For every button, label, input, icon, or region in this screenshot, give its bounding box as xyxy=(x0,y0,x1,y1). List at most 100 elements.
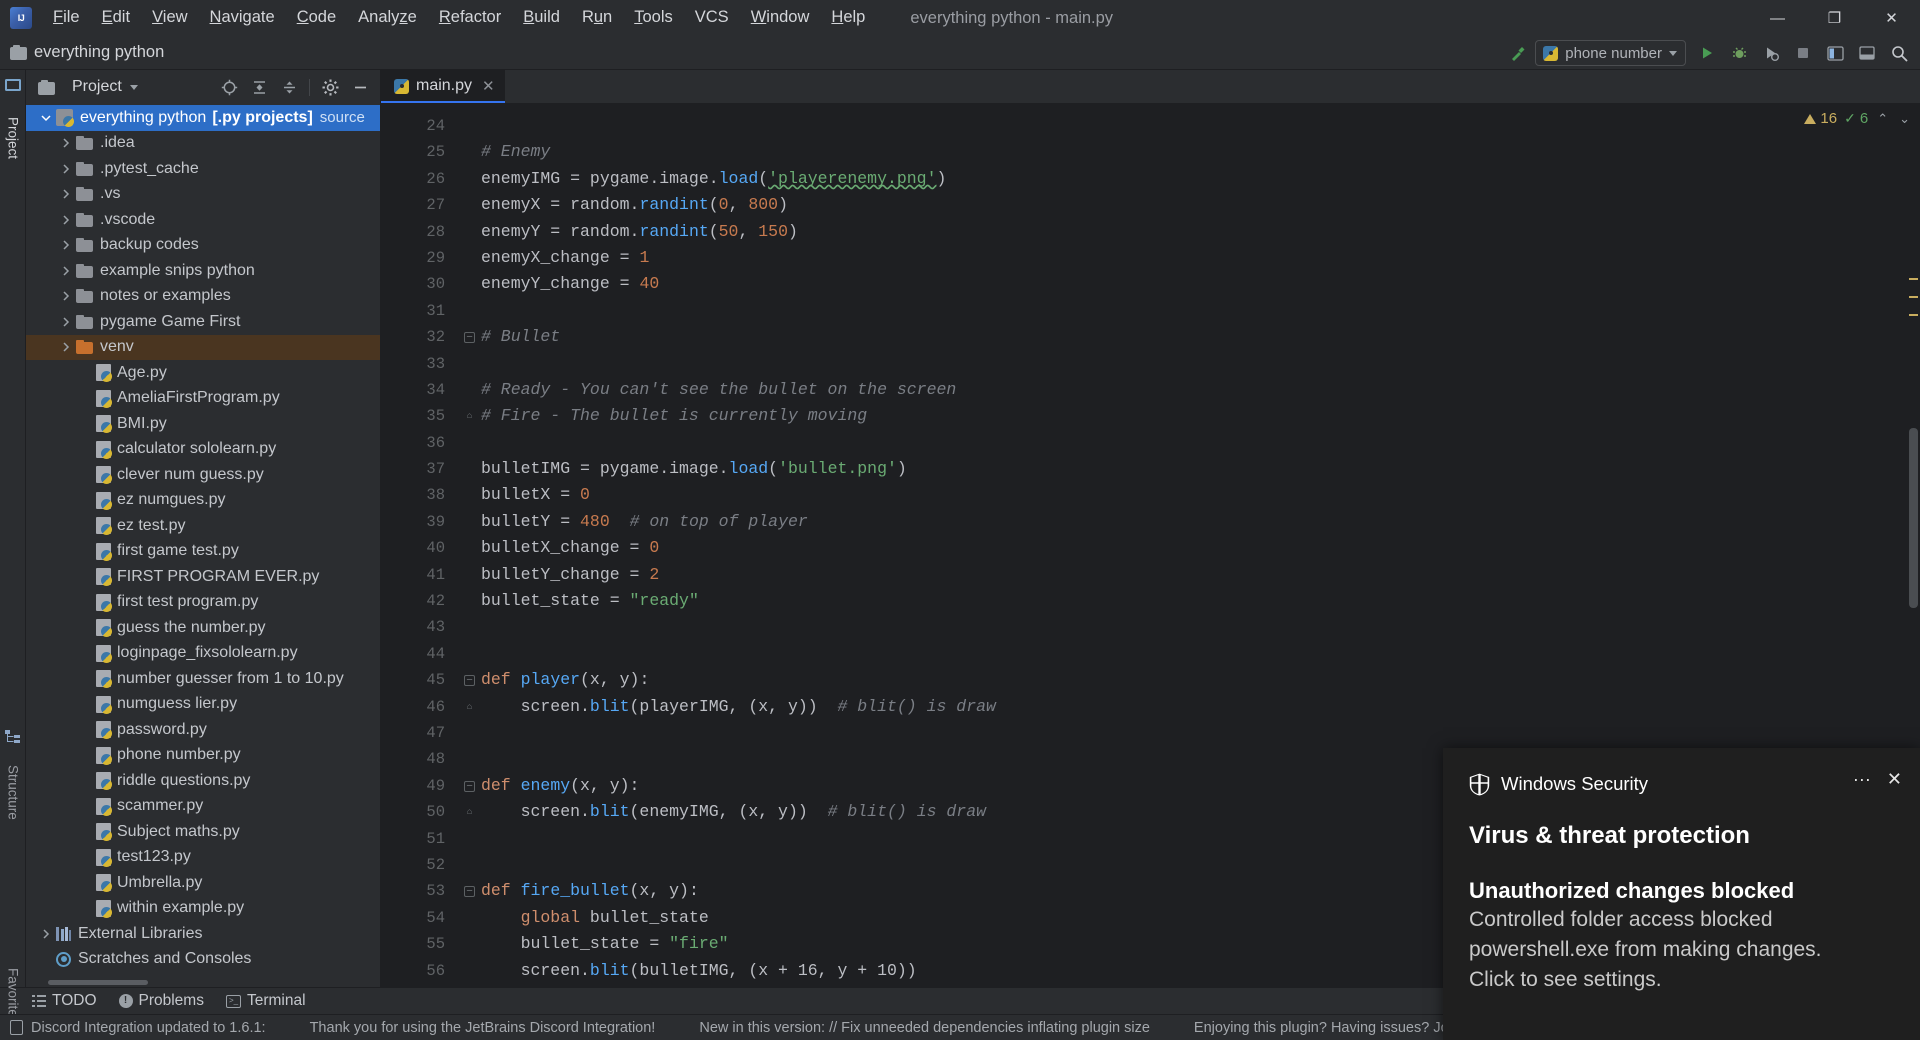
structure-rail-icon[interactable] xyxy=(5,730,21,746)
chevron-right-icon[interactable] xyxy=(36,929,56,939)
menu-tools[interactable]: Tools xyxy=(623,3,684,32)
collapse-all-icon[interactable] xyxy=(275,74,303,100)
windows-security-notification[interactable]: Windows Security ··· ✕ Virus & threat pr… xyxy=(1443,748,1920,1040)
tree-item[interactable]: within example.py xyxy=(26,896,380,922)
warning-count[interactable]: 16 xyxy=(1804,110,1837,127)
run-button[interactable] xyxy=(1692,39,1722,67)
chevron-down-icon[interactable] xyxy=(36,113,56,123)
menu-vcs[interactable]: VCS xyxy=(684,3,740,32)
project-dropdown-chevron-icon[interactable] xyxy=(129,84,138,90)
line-number: 51 xyxy=(426,829,445,848)
minimize-button[interactable]: — xyxy=(1749,0,1806,36)
chevron-right-icon[interactable] xyxy=(56,266,76,276)
project-tree[interactable]: everything python [.py projects] source … xyxy=(26,104,380,987)
chevron-right-icon[interactable] xyxy=(56,189,76,199)
tool-button-terminal[interactable]: >_ Terminal xyxy=(225,992,306,1010)
layout-icon[interactable] xyxy=(1820,39,1850,67)
run-coverage-button[interactable] xyxy=(1756,39,1786,67)
tree-item[interactable]: pygame Game First xyxy=(26,309,380,335)
code-token: enemyY = random. xyxy=(481,221,640,241)
tree-item[interactable]: backup codes xyxy=(26,233,380,259)
expand-all-icon[interactable] xyxy=(245,74,273,100)
weak-warning-count[interactable]: ✓ 6 xyxy=(1844,110,1868,127)
chevron-right-icon[interactable] xyxy=(56,215,76,225)
menu-file[interactable]: File xyxy=(42,3,91,32)
close-icon[interactable]: ✕ xyxy=(1887,770,1902,788)
menu-refactor[interactable]: Refactor xyxy=(428,3,512,32)
tree-item[interactable]: .idea xyxy=(26,131,380,157)
tree-item[interactable]: guess the number.py xyxy=(26,615,380,641)
chevron-right-icon[interactable] xyxy=(56,342,76,352)
tree-item[interactable]: example snips python xyxy=(26,258,380,284)
close-icon[interactable]: ✕ xyxy=(482,77,495,95)
chevron-right-icon[interactable] xyxy=(56,164,76,174)
tree-item[interactable]: scammer.py xyxy=(26,794,380,820)
chevron-right-icon[interactable] xyxy=(56,317,76,327)
tool-button-todo[interactable]: TODO xyxy=(32,992,97,1010)
tool-button-problems[interactable]: ! Problems xyxy=(118,992,204,1010)
menu-code[interactable]: Code xyxy=(286,3,347,32)
chevron-right-icon[interactable] xyxy=(56,240,76,250)
inspection-widget[interactable]: 16 ✓ 6 ⌃ ⌄ xyxy=(1804,110,1912,127)
tree-item[interactable]: loginpage_fixsololearn.py xyxy=(26,641,380,667)
tree-item[interactable]: number guesser from 1 to 10.py xyxy=(26,666,380,692)
chevron-right-icon[interactable] xyxy=(56,138,76,148)
settings-icon[interactable] xyxy=(1852,39,1882,67)
project-rail-icon[interactable] xyxy=(5,78,21,94)
run-configuration-selector[interactable]: phone number xyxy=(1535,40,1686,66)
tree-item[interactable]: FIRST PROGRAM EVER.py xyxy=(26,564,380,590)
previous-problem-button[interactable]: ⌃ xyxy=(1875,111,1890,127)
tree-item[interactable]: AmeliaFirstProgram.py xyxy=(26,386,380,412)
tree-item[interactable]: BMI.py xyxy=(26,411,380,437)
tree-item[interactable]: first test program.py xyxy=(26,590,380,616)
tree-item[interactable]: ez numgues.py xyxy=(26,488,380,514)
tree-item[interactable]: .pytest_cache xyxy=(26,156,380,182)
tree-item[interactable]: ez test.py xyxy=(26,513,380,539)
tree-item[interactable]: riddle questions.py xyxy=(26,768,380,794)
tree-item[interactable]: Scratches and Consoles xyxy=(26,947,380,973)
hide-panel-icon[interactable] xyxy=(346,74,374,100)
chevron-right-icon[interactable] xyxy=(56,291,76,301)
hammer-icon[interactable] xyxy=(1503,39,1533,67)
menu-build[interactable]: Build xyxy=(512,3,571,32)
tree-item[interactable]: Umbrella.py xyxy=(26,870,380,896)
tree-item[interactable]: numguess lier.py xyxy=(26,692,380,718)
tab-main-py[interactable]: main.py ✕ xyxy=(381,69,505,103)
project-horizontal-scrollbar[interactable] xyxy=(26,978,380,987)
more-options-icon[interactable]: ··· xyxy=(1853,770,1871,788)
stop-button[interactable] xyxy=(1788,39,1818,67)
tree-item[interactable]: venv xyxy=(26,334,380,360)
tree-item[interactable]: calculator sololearn.py xyxy=(26,437,380,463)
tree-item[interactable]: phone number.py xyxy=(26,743,380,769)
tree-item[interactable]: password.py xyxy=(26,717,380,743)
tree-item[interactable]: .vs xyxy=(26,182,380,208)
menu-window[interactable]: Window xyxy=(740,3,821,32)
tree-item[interactable]: test123.py xyxy=(26,845,380,871)
debug-button[interactable] xyxy=(1724,39,1754,67)
notification-icon[interactable] xyxy=(10,1020,23,1035)
tree-item[interactable]: External Libraries xyxy=(26,921,380,947)
menu-run[interactable]: Run xyxy=(571,3,623,32)
menu-view[interactable]: View xyxy=(141,3,198,32)
next-problem-button[interactable]: ⌄ xyxy=(1897,111,1912,127)
tree-item[interactable]: Age.py xyxy=(26,360,380,386)
menu-analyze[interactable]: Analyze xyxy=(347,3,428,32)
tree-item[interactable]: clever num guess.py xyxy=(26,462,380,488)
search-icon[interactable] xyxy=(1884,39,1914,67)
scroll-from-source-icon[interactable] xyxy=(215,74,243,100)
tree-item[interactable]: Subject maths.py xyxy=(26,819,380,845)
warning-count-label: 16 xyxy=(1820,110,1838,127)
tree-item[interactable]: .vscode xyxy=(26,207,380,233)
gear-icon[interactable] xyxy=(316,74,344,100)
menu-edit[interactable]: Edit xyxy=(91,3,141,32)
menu-help[interactable]: Help xyxy=(820,3,876,32)
sidebar-item-structure[interactable]: Structure xyxy=(0,746,26,838)
sidebar-item-project[interactable]: Project xyxy=(0,96,26,180)
menu-navigate[interactable]: Navigate xyxy=(199,3,286,32)
maximize-button[interactable]: ❐ xyxy=(1806,0,1863,36)
tree-item[interactable]: notes or examples xyxy=(26,284,380,310)
close-window-button[interactable]: ✕ xyxy=(1863,0,1920,36)
tree-root-item[interactable]: everything python [.py projects] source xyxy=(26,105,380,131)
tree-item[interactable]: first game test.py xyxy=(26,539,380,565)
